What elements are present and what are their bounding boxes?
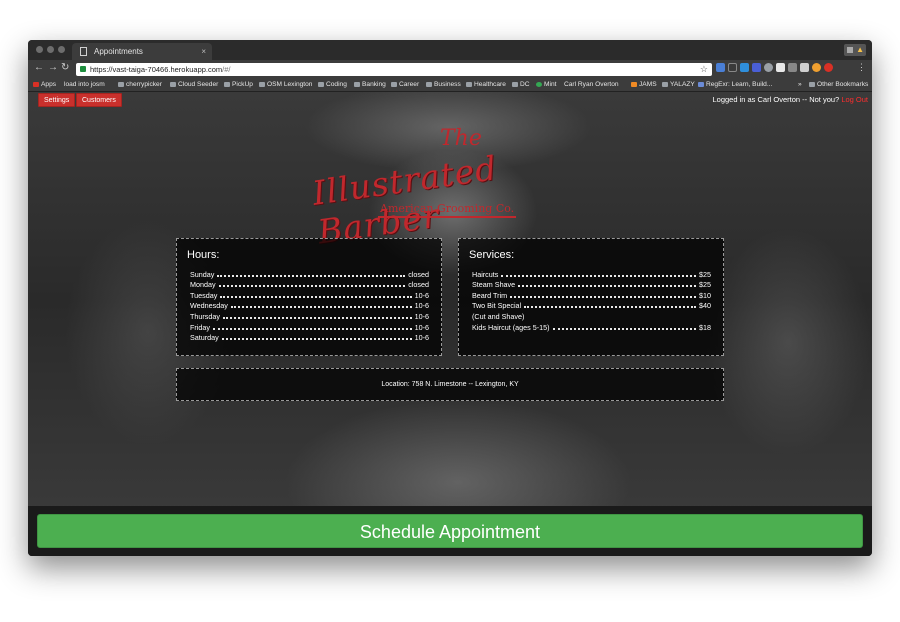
bookmark-item[interactable]: DC	[512, 81, 530, 88]
services-title: Services:	[469, 249, 515, 261]
url-host: https://vast-taiga-70466.herokuapp.com	[90, 65, 223, 74]
extension-icon[interactable]	[788, 63, 797, 72]
tab-close-icon[interactable]: ×	[201, 43, 206, 60]
hours-row: Sunday closed	[190, 269, 429, 279]
page-content: Settings Customers Logged in as Carl Ove…	[28, 92, 872, 556]
service-row: Two Bit Special $40	[472, 301, 711, 311]
extension-icon[interactable]	[800, 63, 809, 72]
bookmark-item[interactable]: Career	[391, 81, 419, 88]
hours-row: Monday closed	[190, 280, 429, 290]
tab-title: Appointments	[94, 47, 143, 56]
extension-icon[interactable]	[776, 63, 785, 72]
bookmark-item[interactable]: cherrypicker	[118, 81, 162, 88]
services-panel: Services: Haircuts $25 Steam Shave $25 Bea…	[458, 238, 724, 356]
close-window-icon[interactable]	[36, 46, 43, 53]
extension-icons	[716, 63, 833, 72]
extension-icon[interactable]	[752, 63, 761, 72]
bookmark-item[interactable]: Cloud Seeder	[170, 81, 218, 88]
cta-bar: Schedule Appointment	[28, 506, 872, 556]
folder-icon	[118, 82, 124, 87]
tab-appointments[interactable]: Appointments ×	[72, 43, 212, 60]
folder-icon	[512, 82, 518, 87]
bookmark-item[interactable]: Business	[426, 81, 461, 88]
folder-icon	[318, 82, 324, 87]
service-row: Haircuts $25	[472, 269, 711, 279]
bookmark-item[interactable]: Banking	[354, 81, 386, 88]
bookmark-apps[interactable]: Apps	[33, 81, 56, 88]
minimize-window-icon[interactable]	[47, 46, 54, 53]
extension-icon[interactable]	[728, 63, 737, 72]
folder-icon	[391, 82, 397, 87]
hours-row: Thursday 10-6	[190, 311, 429, 321]
bookmark-item[interactable]: RegExr: Learn, Build...	[698, 81, 772, 88]
maximize-window-icon[interactable]	[58, 46, 65, 53]
extension-icon[interactable]	[764, 63, 773, 72]
regexr-icon	[698, 82, 704, 87]
folder-icon	[466, 82, 472, 87]
folder-icon	[809, 82, 815, 87]
location-text: Location: 758 N. Limestone -- Lexington,…	[381, 381, 519, 388]
location-panel: Location: 758 N. Limestone -- Lexington,…	[176, 368, 724, 401]
reload-icon[interactable]: ↻	[61, 62, 69, 73]
bookmark-star-icon[interactable]: ☆	[700, 63, 708, 76]
bookmark-item[interactable]: JAMS	[631, 81, 657, 88]
service-row: Beard Trim $10	[472, 290, 711, 300]
customers-button[interactable]: Customers	[76, 93, 122, 107]
bookmark-item[interactable]: PickUp	[224, 81, 253, 88]
bookmarks-bar: Apps load into josm cherrypicker Cloud S…	[28, 78, 872, 92]
logo-sub: American Grooming Co.	[378, 202, 517, 218]
document-icon	[80, 47, 87, 56]
service-row: Steam Shave $25	[472, 280, 711, 290]
address-bar[interactable]: https://vast-taiga-70466.herokuapp.com/#…	[76, 63, 712, 76]
apps-icon	[33, 82, 39, 87]
bookmark-item[interactable]: YALAZY	[662, 81, 695, 88]
bookmark-item[interactable]: Healthcare	[466, 81, 506, 88]
bookmarks-overflow[interactable]: »	[798, 81, 802, 88]
logged-in-text: Logged in as Carl Overton -- Not you?	[712, 95, 840, 104]
bookmark-item[interactable]: Carl Ryan Overton	[564, 81, 619, 88]
login-status: Logged in as Carl Overton -- Not you? Lo…	[712, 95, 868, 104]
forward-icon[interactable]: →	[48, 62, 58, 73]
service-row: Kids Haircut (ages 5-15) $18	[472, 322, 711, 332]
lock-icon	[80, 66, 86, 72]
back-icon[interactable]: ←	[34, 62, 44, 73]
menu-icon[interactable]: ⋮	[857, 62, 866, 73]
folder-icon	[170, 82, 176, 87]
folder-icon	[224, 82, 230, 87]
hours-panel: Hours: Sunday closed Monday closed Tuesday…	[176, 238, 442, 356]
tab-bar: Appointments × ▲	[28, 40, 872, 60]
extension-icon[interactable]	[824, 63, 833, 72]
extension-icon[interactable]	[716, 63, 725, 72]
hours-row: Tuesday 10-6	[190, 290, 429, 300]
folder-icon	[662, 82, 668, 87]
hours-row: Wednesday 10-6	[190, 301, 429, 311]
logout-link[interactable]: Log Out	[841, 95, 868, 104]
schedule-appointment-button[interactable]: Schedule Appointment	[37, 514, 863, 548]
extension-icon[interactable]	[812, 63, 821, 72]
logo: The Illustrated Barber American Grooming…	[298, 126, 598, 251]
profile-warning-icon[interactable]: ▲	[844, 44, 866, 56]
jams-icon	[631, 82, 637, 87]
bookmark-item[interactable]: Mint	[536, 81, 556, 88]
bookmark-item[interactable]: OSM Lexington	[259, 81, 312, 88]
service-row: (Cut and Shave)	[472, 311, 525, 321]
browser-toolbar: ← → ↻ https://vast-taiga-70466.herokuapp…	[28, 60, 872, 78]
bookmark-item[interactable]: load into josm	[64, 81, 105, 88]
other-bookmarks[interactable]: Other Bookmarks	[809, 81, 868, 88]
folder-icon	[426, 82, 432, 87]
folder-icon	[259, 82, 265, 87]
bookmark-item[interactable]: Coding	[318, 81, 347, 88]
mint-icon	[536, 82, 542, 87]
extension-icon[interactable]	[740, 63, 749, 72]
logo-main: Illustrated Barber	[309, 148, 500, 252]
settings-button[interactable]: Settings	[38, 93, 76, 107]
browser-window: Appointments × ▲ ← → ↻ https://vast-taig…	[28, 40, 872, 556]
logo-the: The	[440, 126, 482, 151]
url-path: /#/	[222, 65, 231, 74]
folder-icon	[354, 82, 360, 87]
hours-row: Saturday 10-6	[190, 333, 429, 343]
hours-row: Friday 10-6	[190, 322, 429, 332]
hours-title: Hours:	[187, 249, 220, 261]
